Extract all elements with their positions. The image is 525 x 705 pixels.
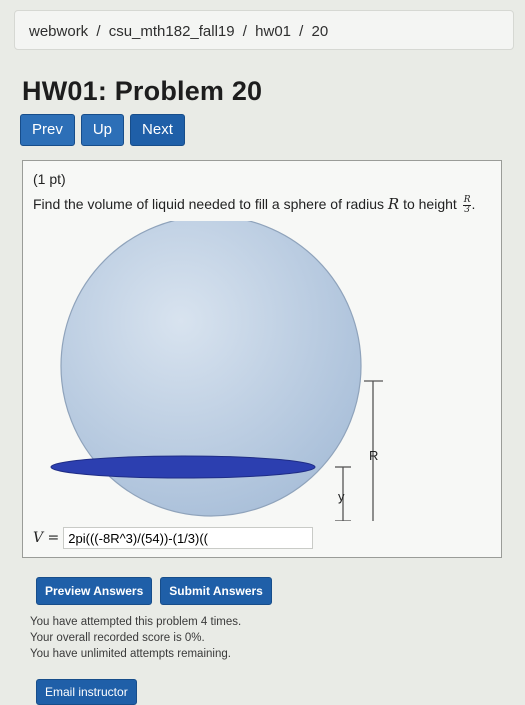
breadcrumb-item-webwork[interactable]: webwork (29, 23, 88, 40)
problem-points: (1 pt) (33, 171, 66, 187)
attempt-status: You have attempted this problem 4 times.… (30, 614, 241, 662)
page-title: HW01: Problem 20 (22, 76, 263, 106)
y-label: y (338, 489, 345, 504)
liquid-surface (50, 455, 316, 479)
submit-answers-button[interactable]: Submit Answers (160, 577, 272, 605)
status-line: You have attempted this problem 4 times. (30, 616, 242, 628)
breadcrumb-item-problem: 20 (311, 23, 329, 40)
sphere-diagram: R y (50, 221, 383, 521)
answer-label: V = (33, 530, 60, 546)
answer-row: V = (33, 527, 314, 549)
next-button[interactable]: Next (130, 114, 185, 146)
preview-answers-button[interactable]: Preview Answers (36, 577, 153, 605)
email-section: Email instructor (36, 679, 137, 705)
answer-actions: Preview Answers Submit Answers (36, 577, 272, 605)
problem-box: (1 pt) Find the volume of liquid needed … (22, 160, 502, 558)
answer-input[interactable] (63, 527, 314, 549)
status-line: Your overall recorded score is 0%. (30, 632, 205, 644)
up-button[interactable]: Up (80, 114, 125, 146)
status-line: You have unlimited attempts remaining. (30, 648, 231, 660)
problem-question: Find the volume of liquid needed to fill… (33, 194, 476, 215)
breadcrumb: webwork / csu_mth182_fall19 / hw01 / 20 (14, 10, 514, 50)
prev-button[interactable]: Prev (20, 114, 75, 146)
r-label: R (369, 448, 378, 463)
breadcrumb-item-course[interactable]: csu_mth182_fall19 (109, 23, 235, 40)
problem-nav: Prev Up Next (20, 114, 185, 146)
email-instructor-button[interactable]: Email instructor (36, 679, 137, 705)
breadcrumb-item-set[interactable]: hw01 (255, 23, 291, 40)
variable-r: R (387, 195, 400, 213)
